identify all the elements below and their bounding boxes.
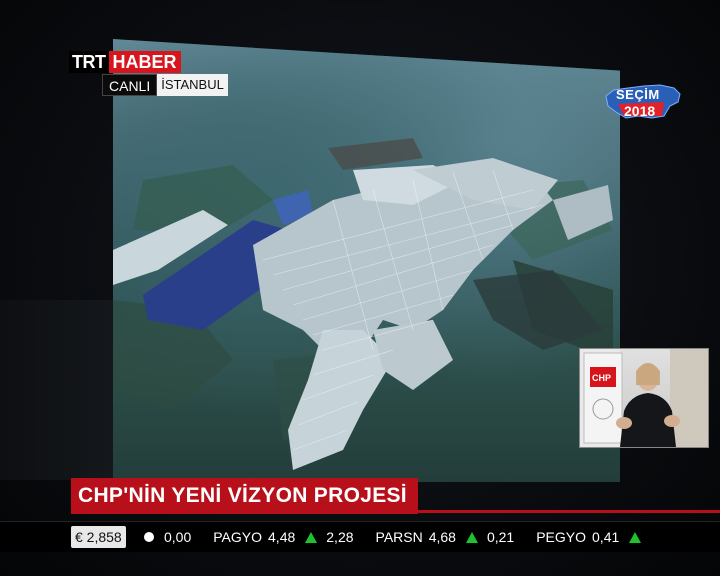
headline-accent-line [418,510,720,513]
election-badge-title: SEÇİM [616,87,660,102]
live-city: İSTANBUL [157,74,228,96]
ticker-symbol: PAGYO [213,529,263,545]
ticker-change: 0,00 [164,529,192,545]
election-badge: SEÇİM 2018 [604,82,682,122]
stage-panel [0,300,120,480]
sign-language-inset: CHP [579,348,709,448]
election-badge-year: 2018 [624,103,656,119]
up-arrow-icon [629,531,642,543]
map-illustration [113,138,613,470]
party-logo-text: CHP [592,373,612,383]
logo-trt-text: TRT [69,51,109,73]
interpreter-video [580,349,708,447]
headline-text: CHP'NİN YENİ VİZYON PROJESİ [78,484,407,507]
live-label: CANLI [102,74,158,96]
headline-bar: CHP'NİN YENİ VİZYON PROJESİ [71,478,418,514]
ticker-currency: € 2,858 [71,526,126,548]
channel-logo: TRT HABER [69,51,181,73]
neutral-dot-icon [144,532,154,542]
projected-aerial-map [113,39,620,482]
ticker-change: 2,28 [326,529,354,545]
up-arrow-icon [465,531,478,543]
ticker-price: 4,48 [268,529,296,545]
live-indicator: CANLI İSTANBUL [102,74,228,96]
logo-haber-text: HABER [108,51,181,73]
up-arrow-icon [305,531,318,543]
ticker-symbol: PEGYO [536,529,587,545]
ticker-items: 0,00 PAGYO 4,48 2,28 PARSN 4,68 0,21 PEG… [142,526,650,548]
ticker-price: 0,41 [592,529,620,545]
stock-ticker: € 2,858 0,00 PAGYO 4,48 2,28 PARSN 4,68 … [0,521,720,552]
ticker-price: 4,68 [428,529,456,545]
ticker-change: 0,21 [486,529,515,545]
ticker-symbol: PARSN [375,529,423,545]
